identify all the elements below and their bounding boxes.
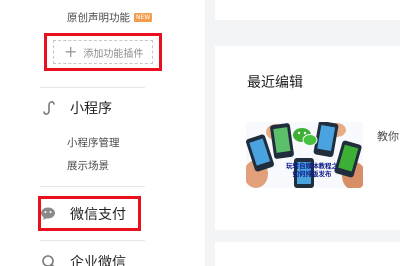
phones-illustration (246, 122, 363, 188)
divider (40, 87, 145, 88)
sidebar-item-mini-program-manage[interactable]: 小程序管理 (67, 135, 120, 150)
add-plugin-label: 添加功能插件 (83, 48, 144, 60)
wechat-pay-icon (40, 205, 58, 223)
article-thumbnail[interactable]: 玩转自媒体教程之如何排版发布 (246, 122, 363, 188)
sidebar-item-label: 小程序管理 (67, 137, 120, 149)
sidebar-item-label: 展示场景 (67, 160, 109, 172)
sidebar-section-wechat-pay[interactable]: 微信支付 (40, 204, 126, 224)
divider (40, 240, 145, 241)
add-plugin-highlight: + 添加功能插件 (44, 33, 162, 71)
sidebar-section-enterprise-wechat[interactable]: 企业微信 (40, 252, 126, 266)
section-title: 企业微信 (70, 255, 126, 266)
search-icon (40, 253, 58, 266)
section-title: 微信支付 (70, 207, 126, 223)
thumbnail-caption: 玩转自媒体教程之如何排版发布 (286, 162, 338, 178)
sidebar-item-display-scenes[interactable]: 展示场景 (67, 158, 109, 173)
article-title-preview[interactable]: 教你 (377, 128, 399, 144)
mini-program-icon (40, 99, 58, 117)
main-panel-bottom (215, 242, 400, 266)
plus-icon: + (64, 42, 78, 61)
add-plugin-button[interactable]: + 添加功能插件 (53, 40, 153, 64)
sidebar-item-label: 原创声明功能 (67, 12, 130, 24)
sidebar-item-original-statement[interactable]: 原创声明功能 NEW (67, 10, 153, 25)
recent-edits-title: 最近编辑 (247, 75, 303, 91)
sidebar: 原创声明功能 NEW + 添加功能插件 小程序 小程序管理 展示场景 微信支付 … (0, 0, 205, 266)
new-badge: NEW (134, 13, 153, 22)
sidebar-section-mini-program[interactable]: 小程序 (40, 98, 112, 118)
main-panel-top (215, 0, 400, 20)
section-title: 小程序 (70, 101, 112, 117)
divider (40, 186, 145, 187)
